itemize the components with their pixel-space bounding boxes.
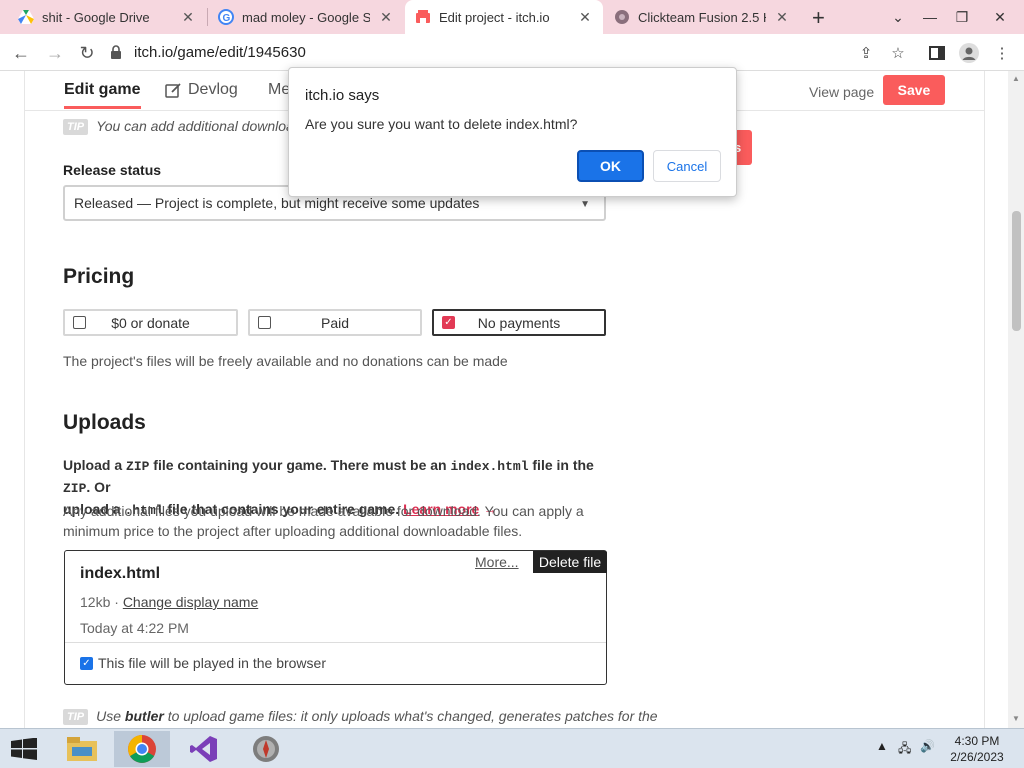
change-display-name-link[interactable]: Change display name — [123, 594, 258, 610]
dialog-title: itch.io says — [305, 87, 380, 104]
tab-title: shit - Google Drive — [42, 9, 150, 25]
close-icon[interactable]: ✕ — [774, 9, 790, 26]
checkbox-icon — [73, 316, 86, 329]
checkbox-icon — [258, 316, 271, 329]
window-close-icon[interactable]: ✕ — [984, 0, 1016, 34]
tab-metrics[interactable]: Me — [268, 81, 290, 99]
tip-badge: TIP — [63, 709, 89, 726]
tip-butler: TIP Use butler to upload game files: it o… — [63, 708, 658, 726]
file-size: 12kb — [80, 594, 111, 610]
tab-devlog[interactable]: Devlog — [165, 81, 238, 99]
uploaded-file-card: index.html 12kb · Change display name To… — [64, 550, 607, 685]
google-icon: G — [218, 9, 234, 25]
pricing-description: The project's files will be freely avail… — [63, 353, 508, 369]
volume-icon[interactable]: 🔊 — [920, 739, 935, 753]
dialog-ok-button[interactable]: OK — [577, 150, 644, 182]
dialog-cancel-button[interactable]: Cancel — [653, 150, 721, 182]
tab-edit-game[interactable]: Edit game — [64, 81, 140, 99]
address-bar[interactable]: itch.io/game/edit/1945630 — [110, 37, 850, 67]
active-tab-underline — [64, 106, 141, 109]
tab-google-drive[interactable]: shit - Google Drive ✕ — [8, 0, 206, 34]
show-hidden-icons-icon[interactable]: ▲ — [876, 739, 888, 753]
tab-devlog-label: Devlog — [188, 81, 238, 98]
edit-pencil-icon — [165, 82, 182, 99]
reload-icon[interactable]: ↻ — [74, 40, 100, 66]
tab-title: Clickteam Fusion 2.5 HT — [638, 9, 766, 25]
scrollbar-thumb[interactable] — [1012, 211, 1021, 331]
tab-google-search[interactable]: G mad moley - Google Sea ✕ — [208, 0, 404, 34]
clock-date: 2/26/2023 — [950, 750, 1004, 764]
tab-title: Edit project - itch.io — [439, 9, 550, 25]
close-icon[interactable]: ✕ — [180, 9, 196, 26]
tip-additional-downloads: TIP You can add additional downloads — [63, 118, 309, 136]
pricing-option-paid[interactable]: Paid — [248, 309, 422, 336]
close-icon[interactable]: ✕ — [378, 9, 394, 26]
close-icon[interactable]: ✕ — [577, 9, 593, 26]
tab-edit-project[interactable]: Edit project - itch.io ✕ — [405, 0, 603, 34]
back-icon[interactable]: ← — [8, 40, 34, 66]
visual-studio-icon[interactable] — [176, 731, 232, 767]
url-text: itch.io/game/edit/1945630 — [134, 43, 306, 61]
network-icon[interactable]: 🖧 — [898, 739, 911, 760]
file-upload-time: Today at 4:22 PM — [80, 620, 189, 636]
file-name: index.html — [80, 565, 161, 582]
share-icon[interactable]: ⇪ — [854, 41, 878, 65]
bookmark-star-icon[interactable]: ☆ — [886, 41, 910, 65]
pricing-option-label: $0 or donate — [111, 314, 190, 331]
butler-link[interactable]: butler — [125, 708, 164, 724]
chrome-icon[interactable] — [114, 731, 170, 767]
windows-taskbar: ▲ 🖧 🔊 4:30 PM 2/26/2023 — [0, 728, 1024, 768]
forward-icon[interactable]: → — [42, 40, 68, 66]
tip-text: You can add additional downloads — [96, 118, 309, 134]
scroll-down-icon[interactable]: ▼ — [1012, 714, 1020, 723]
kebab-menu-icon[interactable]: ⋮ — [990, 41, 1014, 65]
system-clock[interactable]: 4:30 PM 2/26/2023 — [942, 733, 1012, 765]
clickteam-fusion-icon[interactable] — [238, 731, 294, 767]
tab-strip: shit - Google Drive ✕ G mad moley - Goog… — [0, 0, 1024, 34]
lock-icon — [110, 45, 124, 59]
confirm-dialog: itch.io says Are you sure you want to de… — [288, 67, 737, 197]
pricing-option-donate[interactable]: $0 or donate — [63, 309, 238, 336]
played-in-browser-label: This file will be played in the browser — [98, 655, 326, 671]
tab-clickteam[interactable]: Clickteam Fusion 2.5 HT ✕ — [604, 0, 800, 34]
tab-search-chevron-icon[interactable]: ⌄ — [882, 0, 914, 34]
scroll-up-icon[interactable]: ▲ — [1012, 74, 1020, 83]
dropdown-caret-icon: ▼ — [580, 199, 590, 210]
release-status-label: Release status — [63, 162, 162, 178]
profile-avatar-icon[interactable] — [957, 41, 981, 65]
played-in-browser-checkbox[interactable]: ✓ — [80, 657, 93, 670]
save-button[interactable]: Save — [883, 75, 945, 105]
divider — [65, 642, 606, 643]
pricing-option-label: No payments — [477, 314, 561, 331]
windows-start-icon[interactable] — [0, 731, 48, 767]
file-more-link[interactable]: More... — [475, 554, 519, 570]
uploads-heading: Uploads — [63, 411, 146, 434]
uploads-additional-info: Any additional files you upload will be … — [63, 503, 584, 539]
google-drive-icon — [18, 9, 34, 25]
clickteam-icon — [614, 9, 630, 25]
clock-time: 4:30 PM — [954, 734, 1000, 748]
view-page-link[interactable]: View page — [809, 84, 874, 100]
pricing-option-no-payments[interactable]: ✓ No payments — [432, 309, 606, 336]
release-status-value: Released — Project is complete, but migh… — [74, 195, 480, 211]
new-tab-button[interactable]: + — [812, 5, 825, 31]
browser-toolbar: ← → ↻ itch.io/game/edit/1945630 ⇪ ☆ ⋮ — [0, 34, 1024, 71]
file-meta: 12kb · Change display name — [80, 594, 259, 610]
pricing-option-label: Paid — [320, 314, 350, 331]
tab-title: mad moley - Google Sea — [242, 9, 370, 25]
page-scrollbar[interactable]: ▲ ▼ — [1008, 71, 1024, 728]
tip-badge: TIP — [63, 119, 89, 136]
side-panel-icon[interactable] — [925, 41, 949, 65]
pricing-heading: Pricing — [63, 265, 135, 288]
delete-file-button[interactable]: Delete file — [533, 551, 607, 573]
dialog-message: Are you sure you want to delete index.ht… — [305, 116, 578, 132]
itchio-icon — [415, 9, 431, 25]
svg-text:G: G — [223, 13, 231, 24]
restore-icon[interactable]: ❐ — [946, 0, 978, 34]
file-explorer-icon[interactable] — [54, 731, 110, 767]
minimize-icon[interactable]: — — [914, 0, 946, 34]
checked-checkbox-icon: ✓ — [442, 316, 455, 329]
